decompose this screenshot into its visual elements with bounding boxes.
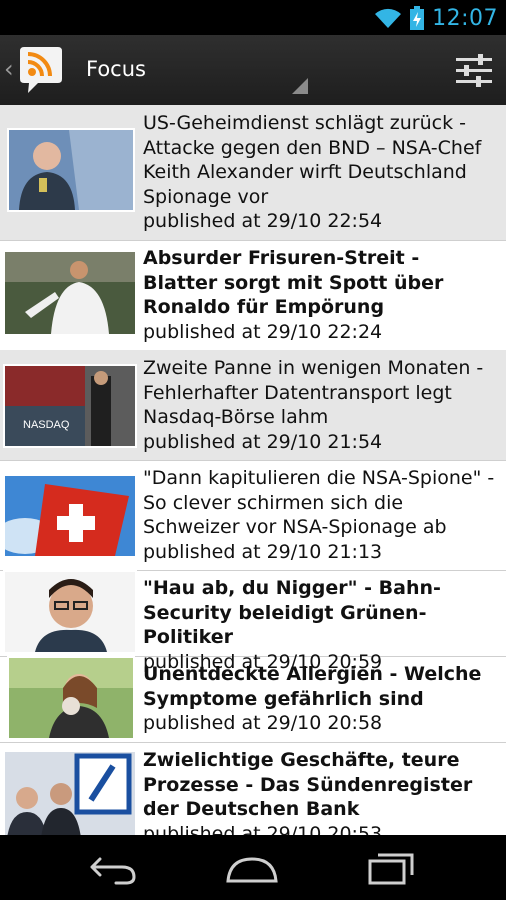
article-text: Zweite Panne in wenigen Monaten - Fehler…	[143, 356, 500, 454]
article-text: Zwielichtige Geschäfte, teure Prozesse -…	[143, 748, 500, 835]
article-item[interactable]: NASDAQ Zweite Panne in wenigen Monaten -…	[0, 350, 506, 461]
article-thumbnail	[3, 474, 137, 558]
article-published: published at 29/10 22:24	[143, 320, 383, 343]
article-item[interactable]: "Hau ab, du Nigger" - Bahn-Security bele…	[0, 570, 506, 673]
action-bar: ‹ Focus	[0, 35, 506, 107]
status-bar: 12:07	[0, 0, 506, 35]
article-thumbnail	[3, 570, 137, 654]
article-text: Absurder Frisuren-Streit - Blatter sorgt…	[143, 246, 500, 344]
article-thumbnail	[7, 128, 135, 212]
status-icons: 12:07	[374, 3, 498, 33]
article-text: US-Geheimdienst schlägt zurück - Attacke…	[143, 111, 500, 234]
article-thumbnail: NASDAQ	[3, 364, 137, 448]
article-headline: "Dann kapitulieren die NSA-Spione" - So …	[143, 467, 495, 538]
article-headline: Zwielichtige Geschäfte, teure Prozesse -…	[143, 749, 473, 820]
article-thumbnail	[7, 656, 135, 740]
article-published: published at 29/10 21:13	[143, 540, 383, 563]
navigation-bar	[0, 835, 506, 900]
status-clock: 12:07	[432, 5, 498, 31]
article-thumbnail	[3, 250, 137, 336]
article-thumbnail	[3, 750, 137, 835]
feed-title[interactable]: Focus	[86, 57, 146, 81]
article-published: published at 29/10 21:54	[143, 430, 383, 453]
article-published: published at 29/10 20:58	[143, 712, 383, 734]
recent-apps-icon[interactable]	[362, 845, 422, 889]
settings-sliders-icon[interactable]	[452, 49, 496, 93]
app-logo-icon[interactable]	[16, 45, 66, 95]
article-item[interactable]: "Dann kapitulieren die NSA-Spione" - So …	[0, 460, 506, 571]
article-item[interactable]: Zwielichtige Geschäfte, teure Prozesse -…	[0, 742, 506, 835]
up-caret-icon[interactable]: ‹	[4, 55, 14, 83]
back-icon[interactable]	[82, 845, 142, 889]
battery-charging-icon	[410, 6, 425, 30]
wifi-icon	[374, 7, 402, 29]
spinner-indicator-icon	[292, 78, 308, 94]
article-item[interactable]: Unentdeckte Allergien - Welche Symptome …	[0, 656, 506, 743]
article-text: "Dann kapitulieren die NSA-Spione" - So …	[143, 466, 500, 564]
article-headline: US-Geheimdienst schlägt zurück - Attacke…	[143, 112, 482, 208]
article-list[interactable]: US-Geheimdienst schlägt zurück - Attacke…	[0, 105, 506, 835]
article-published: published at 29/10 22:54	[143, 210, 383, 232]
article-text: Unentdeckte Allergien - Welche Symptome …	[143, 662, 500, 736]
article-published: published at 29/10 20:53	[143, 822, 383, 836]
article-headline: Zweite Panne in wenigen Monaten - Fehler…	[143, 357, 484, 428]
article-headline: Absurder Frisuren-Streit - Blatter sorgt…	[143, 247, 444, 318]
article-headline: Unentdeckte Allergien - Welche Symptome …	[143, 663, 482, 710]
article-headline: "Hau ab, du Nigger" - Bahn-Security bele…	[143, 577, 441, 648]
article-item[interactable]: Absurder Frisuren-Streit - Blatter sorgt…	[0, 240, 506, 351]
home-icon[interactable]	[222, 845, 282, 889]
article-item[interactable]: US-Geheimdienst schlägt zurück - Attacke…	[0, 105, 506, 241]
nasdaq-sign: NASDAQ	[23, 419, 70, 431]
